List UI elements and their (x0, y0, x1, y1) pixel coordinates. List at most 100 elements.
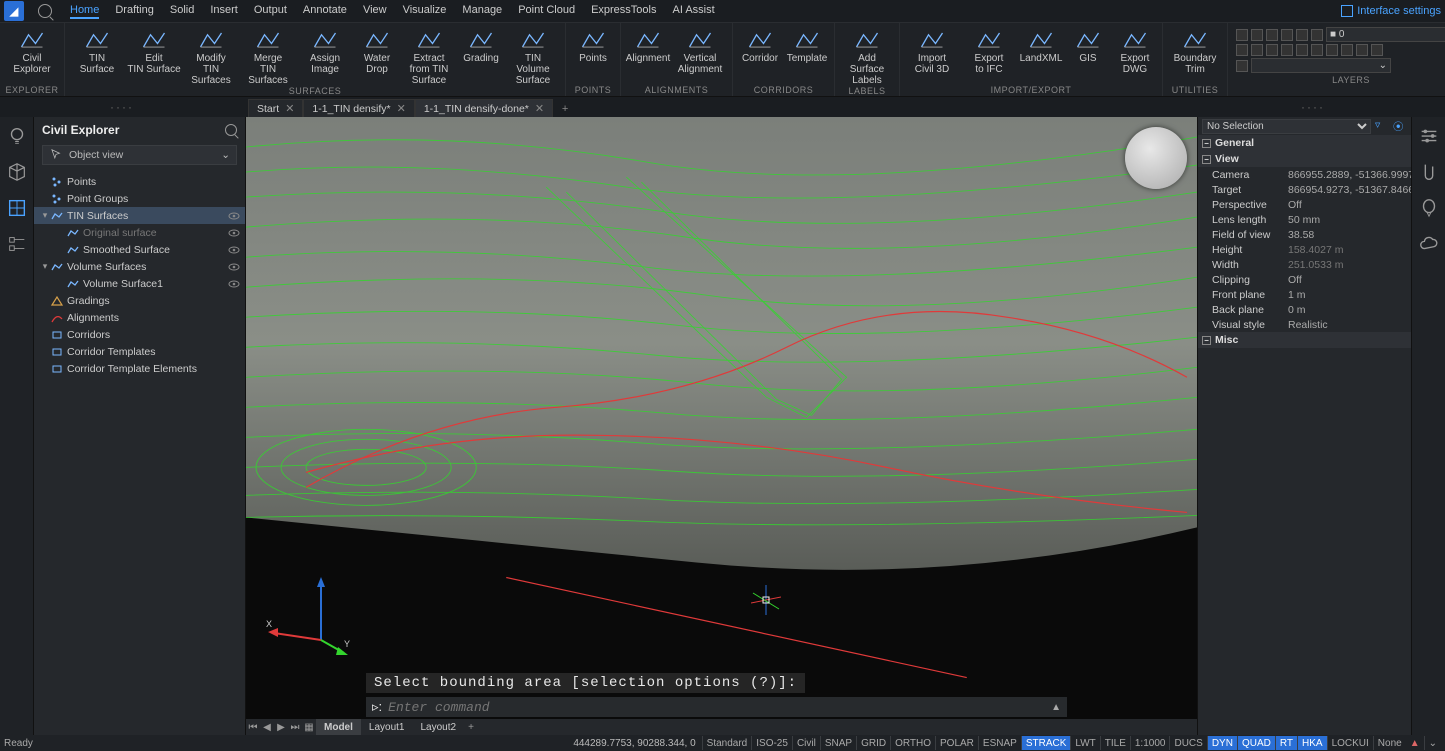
layout-grid-icon[interactable]: ▦ (302, 722, 316, 733)
tree-volume-surfaces[interactable]: ▾Volume Surfaces (34, 258, 245, 275)
menu-expresstools[interactable]: ExpressTools (591, 4, 656, 19)
status-alert-icon[interactable]: ▲ (1410, 738, 1420, 749)
layer-state-icon[interactable] (1251, 29, 1263, 41)
layout-tab-layout2[interactable]: Layout2 (412, 719, 464, 735)
ribbon-gis[interactable]: GIS (1065, 25, 1111, 64)
layer-tool-icon[interactable] (1266, 44, 1278, 56)
ribbon-points[interactable]: Points (570, 25, 616, 64)
clip-icon[interactable] (1418, 161, 1440, 183)
tree-gradings[interactable]: Gradings (34, 292, 245, 309)
layout-next-icon[interactable]: ▶ (274, 722, 288, 733)
status-ortho[interactable]: ORTHO (890, 736, 935, 750)
ribbon-water-drop[interactable]: Water Drop (354, 25, 400, 75)
interface-settings-button[interactable]: Interface settings (1341, 5, 1441, 17)
ribbon-import-civil-3d[interactable]: Import Civil 3D (904, 25, 960, 75)
structure-icon[interactable] (6, 233, 28, 255)
status-standard[interactable]: Standard (702, 736, 752, 750)
doctab-1-1-tin-densify-done-[interactable]: 1-1_TIN densify-done*✕ (415, 99, 553, 117)
search-icon[interactable] (38, 4, 52, 18)
tree-smoothed-surface[interactable]: Smoothed Surface (34, 241, 245, 258)
tree-original-surface[interactable]: Original surface (34, 224, 245, 241)
close-icon[interactable]: ✕ (535, 102, 544, 115)
ribbon-add-surface-labels[interactable]: Add Surface Labels (839, 25, 895, 86)
filter-icon[interactable]: ▿ (1375, 119, 1389, 133)
visibility-icon[interactable] (227, 260, 241, 274)
prop-value[interactable]: 50 mm (1288, 214, 1411, 226)
ribbon-landxml[interactable]: LandXML (1018, 25, 1064, 64)
status-civil[interactable]: Civil (792, 736, 820, 750)
tree-tin-surfaces[interactable]: ▾TIN Surfaces (34, 207, 245, 224)
close-icon[interactable]: ✕ (397, 102, 406, 115)
selection-select[interactable]: No Selection (1202, 119, 1371, 134)
ucs-gizmo[interactable]: X Y (266, 575, 356, 655)
layer-tool-icon[interactable] (1311, 44, 1323, 56)
layer-tool-icon[interactable] (1251, 44, 1263, 56)
status-more-icon[interactable]: ⌄ (1424, 736, 1441, 750)
status-rt[interactable]: RT (1275, 736, 1297, 750)
add-tab-button[interactable]: + (557, 101, 573, 117)
prop-value[interactable]: 38.58 (1288, 229, 1411, 241)
status-polar[interactable]: POLAR (935, 736, 978, 750)
cube-icon[interactable] (6, 161, 28, 183)
status-snap[interactable]: SNAP (820, 736, 856, 750)
prop-group-general[interactable]: −General (1198, 135, 1411, 151)
visibility-icon[interactable] (227, 277, 241, 291)
layout-tab-model[interactable]: Model (316, 719, 361, 735)
menu-insert[interactable]: Insert (210, 4, 238, 19)
command-history-icon[interactable]: ▲ (1051, 702, 1061, 713)
menu-point-cloud[interactable]: Point Cloud (518, 4, 575, 19)
tree-alignments[interactable]: Alignments (34, 309, 245, 326)
ribbon-assign-image[interactable]: Assign Image (297, 25, 353, 75)
menu-home[interactable]: Home (70, 4, 99, 19)
doctab-1-1-tin-densify-[interactable]: 1-1_TIN densify*✕ (303, 99, 414, 117)
tree-corridors[interactable]: Corridors (34, 326, 245, 343)
explorer-view-select[interactable]: Object view ⌄ (42, 145, 237, 165)
prop-group-view[interactable]: −View (1198, 151, 1411, 167)
ribbon-boundary-trim[interactable]: Boundary Trim (1167, 25, 1223, 75)
doctab-start[interactable]: Start✕ (248, 99, 303, 117)
layer-secondary-select[interactable]: ⌄ (1251, 58, 1391, 73)
layout-prev-icon[interactable]: ◀ (260, 722, 274, 733)
ribbon-merge-tin-surfaces[interactable]: Merge TIN Surfaces (240, 25, 296, 86)
visibility-icon[interactable] (227, 243, 241, 257)
layer-tool-icon[interactable] (1236, 44, 1248, 56)
status-hka[interactable]: HKA (1297, 736, 1327, 750)
3d-viewport[interactable]: X Y Select bounding area [selection opti… (246, 117, 1197, 735)
visibility-icon[interactable] (227, 209, 241, 223)
layout-last-icon[interactable]: ⏭ (288, 722, 302, 733)
ribbon-corridor[interactable]: Corridor (737, 25, 783, 64)
sliders-icon[interactable] (1418, 125, 1440, 147)
status-esnap[interactable]: ESNAP (978, 736, 1021, 750)
status-1-1000[interactable]: 1:1000 (1130, 736, 1170, 750)
layer-state-icon[interactable] (1281, 29, 1293, 41)
layer-current-select[interactable]: ■ 0⌄ (1326, 27, 1445, 42)
explorer-search-icon[interactable] (225, 124, 237, 136)
add-layout-button[interactable]: + (464, 722, 478, 733)
menu-drafting[interactable]: Drafting (115, 4, 154, 19)
pick-icon[interactable]: ⦿ (1393, 119, 1407, 133)
panel-handle-left[interactable]: ···· (110, 100, 134, 114)
tree-point-groups[interactable]: Point Groups (34, 190, 245, 207)
menu-view[interactable]: View (363, 4, 387, 19)
ribbon-tin-volume-surface[interactable]: TIN Volume Surface (505, 25, 561, 86)
command-input[interactable] (388, 700, 1061, 715)
prop-value[interactable]: Off (1288, 199, 1411, 211)
status-ducs[interactable]: DUCS (1169, 736, 1206, 750)
ribbon-extract-from-tin-surface[interactable]: Extract from TIN Surface (401, 25, 457, 86)
layer-tool-icon[interactable] (1341, 44, 1353, 56)
status-lwt[interactable]: LWT (1070, 736, 1099, 750)
layout-tab-layout1[interactable]: Layout1 (361, 719, 413, 735)
menu-manage[interactable]: Manage (462, 4, 502, 19)
status-none[interactable]: None (1373, 736, 1406, 750)
menu-output[interactable]: Output (254, 4, 287, 19)
tree-corridor-templates[interactable]: Corridor Templates (34, 343, 245, 360)
prop-value[interactable]: 866955.2889, -51366.9997, 4 (1288, 169, 1411, 181)
balloon-icon[interactable] (1418, 197, 1440, 219)
status-tile[interactable]: TILE (1100, 736, 1130, 750)
view-cube[interactable] (1125, 127, 1187, 189)
tree-volume-surface1[interactable]: Volume Surface1 (34, 275, 245, 292)
ribbon-alignment[interactable]: Alignment (625, 25, 671, 64)
prop-value[interactable]: 1 m (1288, 289, 1411, 301)
menu-annotate[interactable]: Annotate (303, 4, 347, 19)
ribbon-tin-surface[interactable]: TIN Surface (69, 25, 125, 75)
